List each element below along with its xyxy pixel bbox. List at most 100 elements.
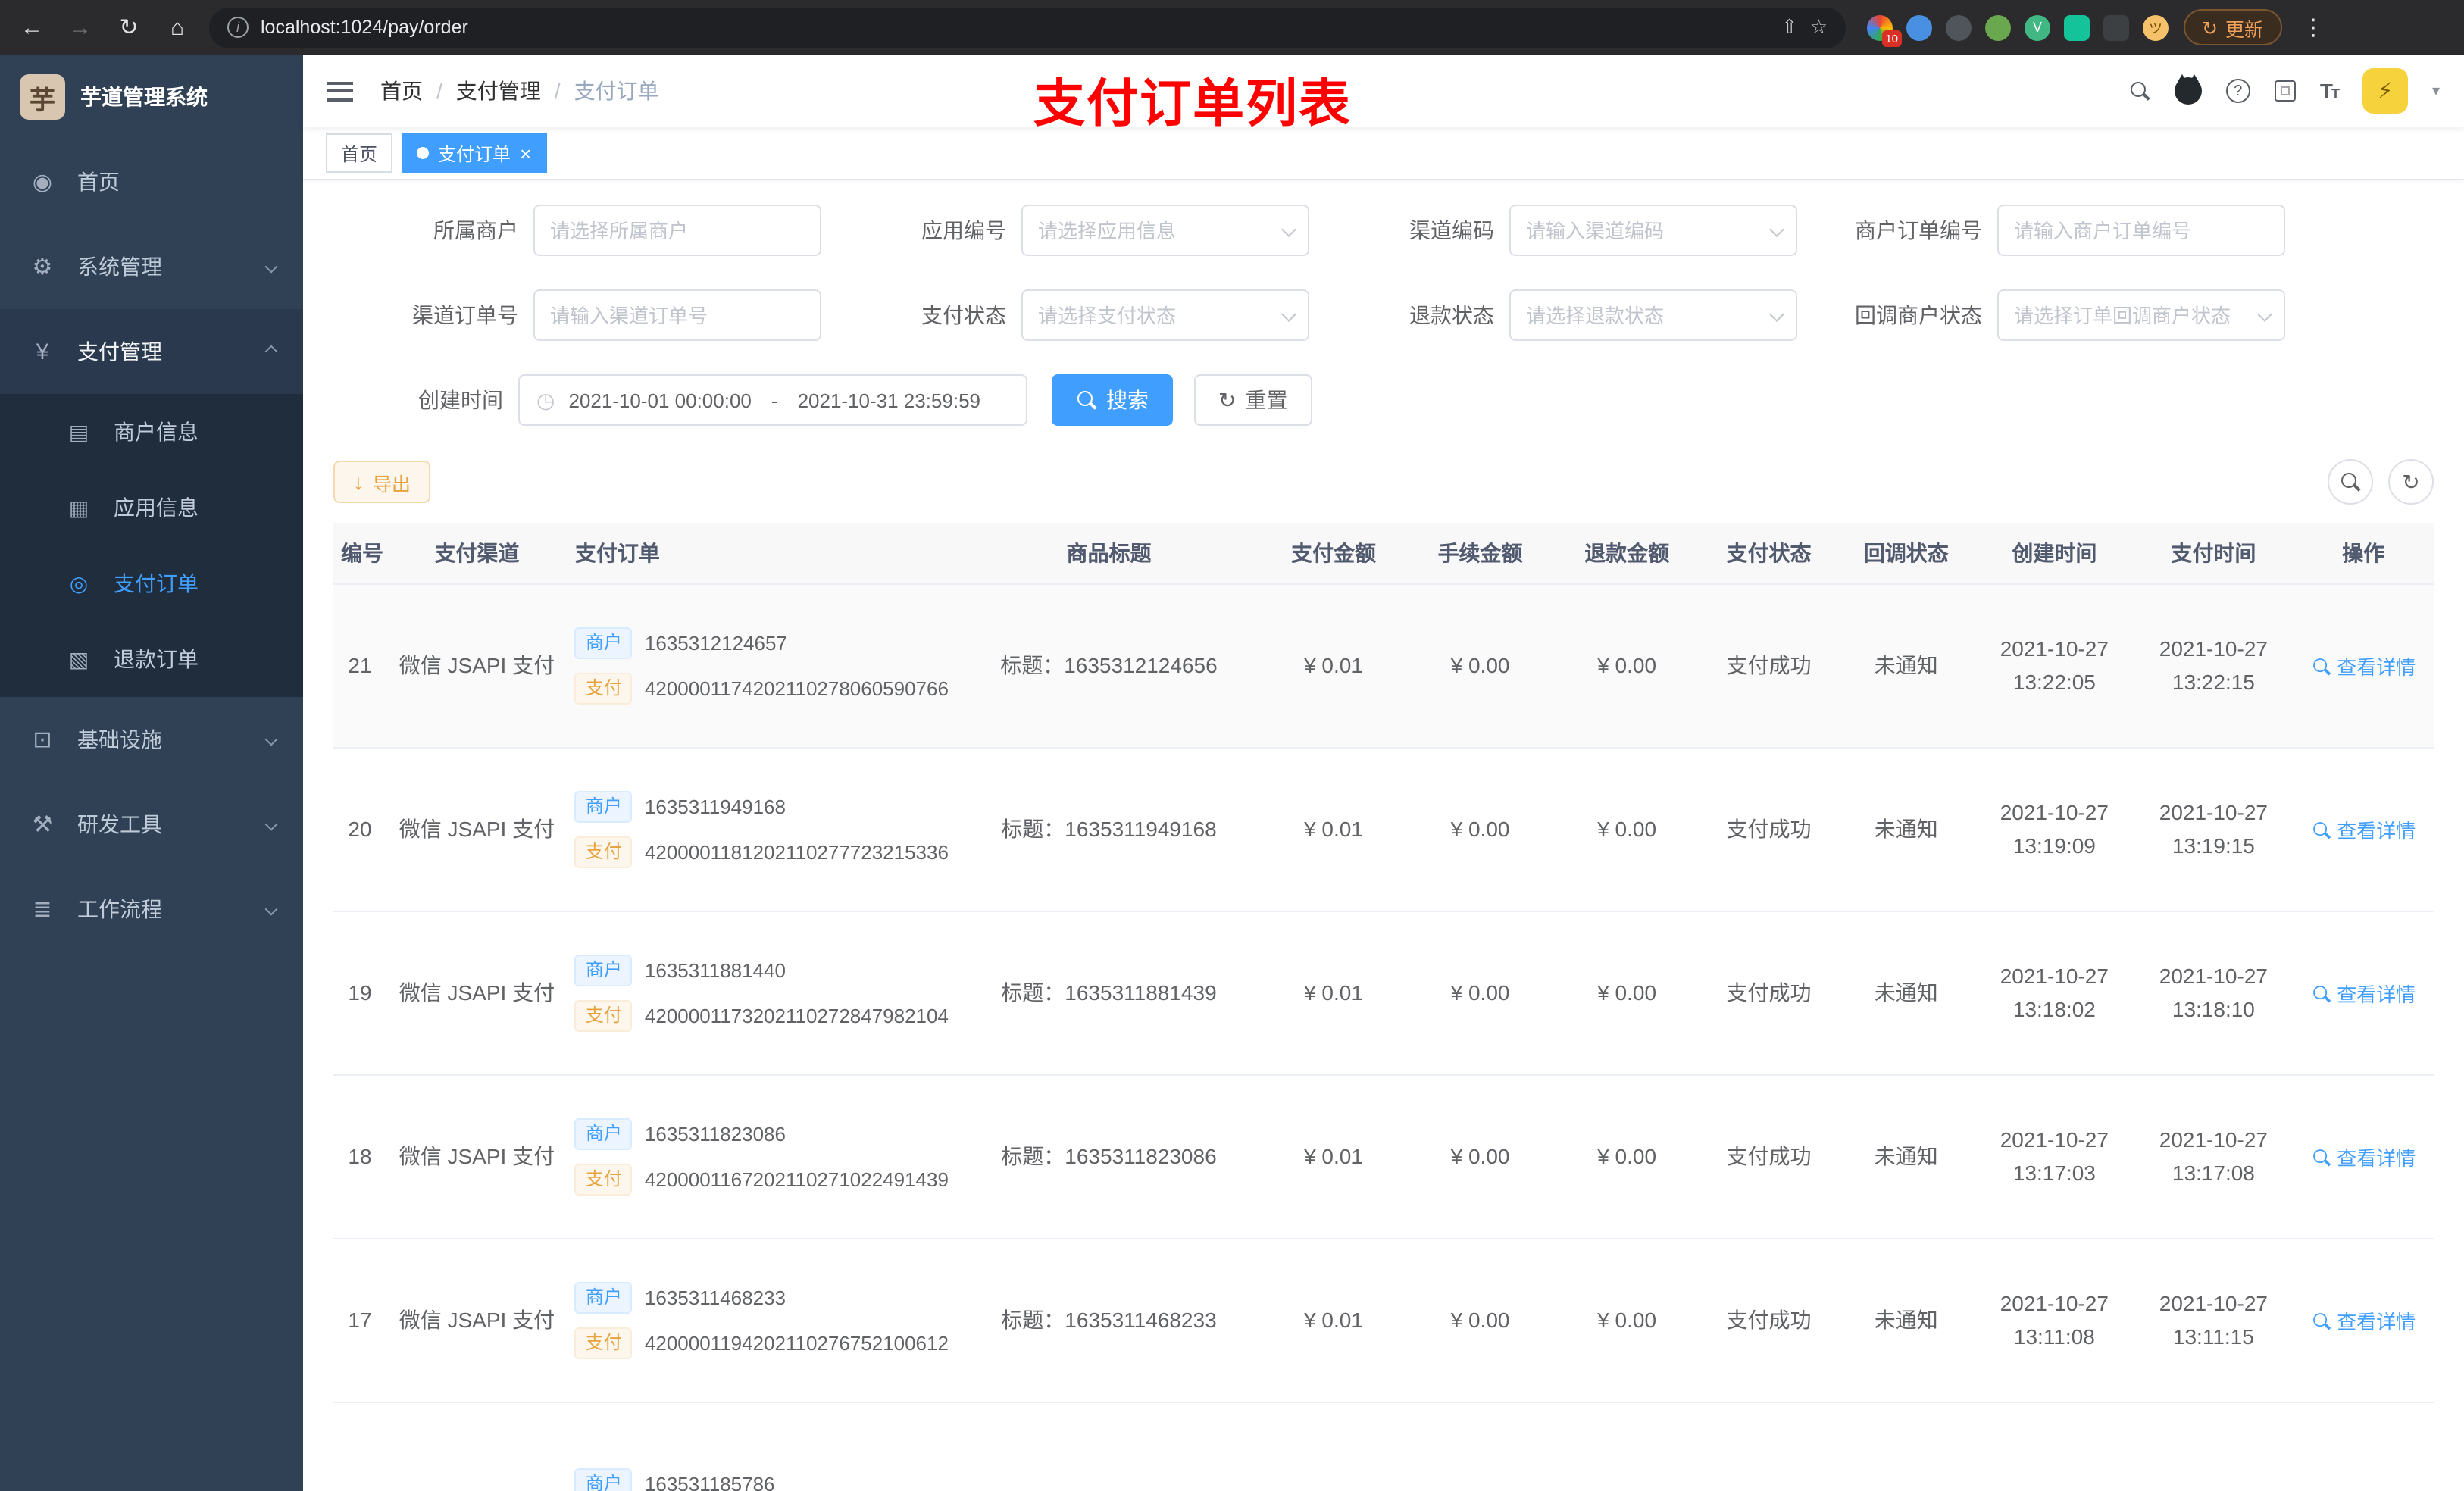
sidebar-item-refund-order[interactable]: ▧ 退款订单 — [0, 621, 303, 697]
channel-order-no-input[interactable] — [533, 289, 821, 341]
yen-icon: ¥ — [36, 339, 49, 364]
cell-fee: ¥ 0.00 — [1406, 1238, 1554, 1402]
site-info-icon[interactable] — [227, 17, 249, 38]
cell-pay-time: 2021-10-27 13:17:08 — [2134, 1074, 2294, 1239]
tab-pay-order[interactable]: 支付订单 × — [402, 133, 547, 173]
refund-status-select[interactable] — [1509, 289, 1797, 341]
cell-id: 20 — [333, 747, 386, 911]
date-range-input[interactable]: ◷ 2021-10-01 00:00:00 - 2021-10-31 23:59… — [518, 374, 1027, 426]
back-icon[interactable]: ← — [15, 14, 48, 40]
merchant-order-no-input[interactable] — [1997, 205, 2285, 256]
tab-home[interactable]: 首页 — [326, 133, 393, 173]
bookmark-star-icon[interactable]: ☆ — [1810, 15, 1828, 39]
browser-menu-icon[interactable]: ⋮ — [2297, 14, 2330, 41]
cell-pay-order: 商户 1635311823086 支付 4200001167202110271022… — [574, 1117, 950, 1195]
app-select[interactable] — [1021, 205, 1309, 256]
github-icon[interactable] — [2174, 74, 2202, 105]
sidebar-item-pay-order[interactable]: ◎ 支付订单 — [0, 545, 303, 621]
extension-icon-4[interactable] — [1985, 14, 2011, 40]
breadcrumb-home[interactable]: 首页 — [380, 76, 423, 106]
table-row: 21 微信 JSAPI 支付 商户 1635312124657 支付 4200001… — [333, 583, 2434, 748]
close-icon[interactable]: × — [520, 143, 531, 163]
cell-fee: ¥ 0.00 — [1406, 583, 1554, 748]
avatar-caret-icon[interactable]: ▾ — [2432, 83, 2440, 99]
view-detail-link[interactable]: 查看详情 — [2311, 651, 2416, 680]
extension-icon-3[interactable] — [1946, 14, 1972, 40]
search-icon — [2312, 1147, 2329, 1164]
view-detail-link[interactable]: 查看详情 — [2311, 814, 2416, 843]
view-detail-link[interactable]: 查看详情 — [2311, 1305, 2416, 1334]
cell-fee: ¥ 0.00 — [1406, 1074, 1554, 1239]
cell-pay-time: 2021-10-27 13:22:15 — [2134, 583, 2294, 748]
sidebar-item-devtools[interactable]: ⚒ 研发工具 — [0, 782, 303, 867]
app-logo[interactable]: 芋 芋道管理系统 — [0, 55, 303, 139]
user-avatar[interactable]: ⚡ — [2362, 68, 2408, 114]
reload-icon[interactable]: ↻ — [112, 14, 145, 41]
table-row-partial: 商户 163531185786 — [333, 1402, 2434, 1491]
filter-notify-status-label: 回调商户状态 — [1855, 303, 1982, 327]
forward-icon[interactable]: → — [64, 14, 97, 40]
extensions-pin-icon[interactable] — [2103, 14, 2129, 40]
share-icon[interactable]: ⇧ — [1781, 15, 1798, 39]
sidebar-item-home[interactable]: ◉ 首页 — [0, 139, 303, 224]
view-detail-link[interactable]: 查看详情 — [2311, 1142, 2416, 1171]
channel-code-select[interactable] — [1509, 205, 1797, 256]
extension-icon-2[interactable] — [1906, 14, 1932, 40]
cell-refund: ¥ 0.00 — [1553, 911, 1700, 1075]
extension-icon-5[interactable]: V — [2025, 14, 2050, 40]
profile-avatar-icon[interactable]: ツ — [2143, 14, 2169, 40]
breadcrumb-current: 支付订单 — [574, 79, 659, 103]
font-size-icon[interactable]: TT — [2320, 79, 2340, 103]
sidebar-item-infra[interactable]: ⊡ 基础设施 — [0, 697, 303, 782]
collapse-menu-icon[interactable] — [327, 81, 353, 101]
refresh-icon: ↻ — [1218, 388, 1237, 412]
url-bar[interactable]: localhost:1024/pay/order ⇧ ☆ — [209, 7, 1846, 48]
grid-icon: ▦ — [68, 495, 89, 519]
sidebar-item-system[interactable]: ⚙ 系统管理 — [0, 224, 303, 309]
sidebar-item-label: 系统管理 — [77, 255, 162, 279]
owner-input[interactable] — [533, 205, 821, 256]
filter-channel-order-no-label: 渠道订单号 — [412, 303, 518, 327]
sidebar-item-label: 支付订单 — [114, 571, 199, 595]
help-icon[interactable] — [2225, 79, 2250, 103]
extension-icon-1[interactable]: 10 — [1867, 14, 1902, 46]
reset-button[interactable]: ↻ 重置 — [1194, 374, 1312, 426]
chrome-update-button[interactable]: ↻ 更新 — [2184, 9, 2281, 45]
search-icon — [2340, 471, 2361, 492]
orders-table: 编号 支付渠道 支付订单 商品标题 支付金额 手续金额 退款金额 支付状态 回调… — [333, 523, 2434, 1491]
view-detail-link[interactable]: 查看详情 — [2311, 978, 2416, 1007]
table-row: 20 微信 JSAPI 支付 商户 1635311949168 支付 4200001… — [333, 747, 2434, 911]
search-icon — [2312, 1311, 2329, 1328]
fullscreen-icon[interactable] — [2274, 80, 2296, 102]
cell-status: 支付成功 — [1699, 583, 1838, 748]
filter-create-time-label: 创建时间 — [418, 388, 503, 412]
cell-status: 支付成功 — [1699, 1074, 1838, 1239]
extension-icon-6[interactable] — [2064, 14, 2090, 40]
cell-title: 标题：1635312124656 — [957, 583, 1261, 748]
refresh-table-button[interactable]: ↻ — [2388, 459, 2434, 505]
chevron-down-icon — [264, 902, 278, 916]
sidebar-item-workflow[interactable]: ≣ 工作流程 — [0, 867, 303, 952]
workflow-icon: ≣ — [33, 897, 52, 923]
cell-pay-time: 2021-10-27 13:18:10 — [2134, 911, 2294, 1075]
home-icon[interactable]: ⌂ — [161, 14, 194, 40]
cell-status: 支付成功 — [1699, 1238, 1838, 1402]
merchant-tag: 商户 — [574, 954, 633, 986]
date-end-value: 2021-10-31 23:59:59 — [797, 389, 980, 411]
active-dot — [417, 147, 430, 159]
col-notify: 回调状态 — [1837, 523, 1975, 584]
sidebar-item-pay[interactable]: ¥ 支付管理 — [0, 309, 303, 394]
chevron-up-icon — [264, 345, 278, 358]
breadcrumb-pay[interactable]: 支付管理 — [456, 76, 541, 106]
sidebar-item-app-info[interactable]: ▦ 应用信息 — [0, 470, 303, 545]
toggle-search-button[interactable] — [2328, 459, 2373, 505]
pay-status-select[interactable] — [1021, 289, 1309, 341]
search-icon — [2312, 983, 2329, 1001]
col-title: 商品标题 — [957, 523, 1261, 584]
export-button[interactable]: ↓ 导出 — [333, 461, 431, 503]
search-icon[interactable] — [2129, 80, 2150, 102]
notify-status-select[interactable] — [1997, 289, 2285, 341]
cell-fee: ¥ 0.00 — [1406, 747, 1554, 911]
sidebar-item-merchant-info[interactable]: ▤ 商户信息 — [0, 394, 303, 470]
search-button[interactable]: 搜索 — [1052, 374, 1173, 426]
